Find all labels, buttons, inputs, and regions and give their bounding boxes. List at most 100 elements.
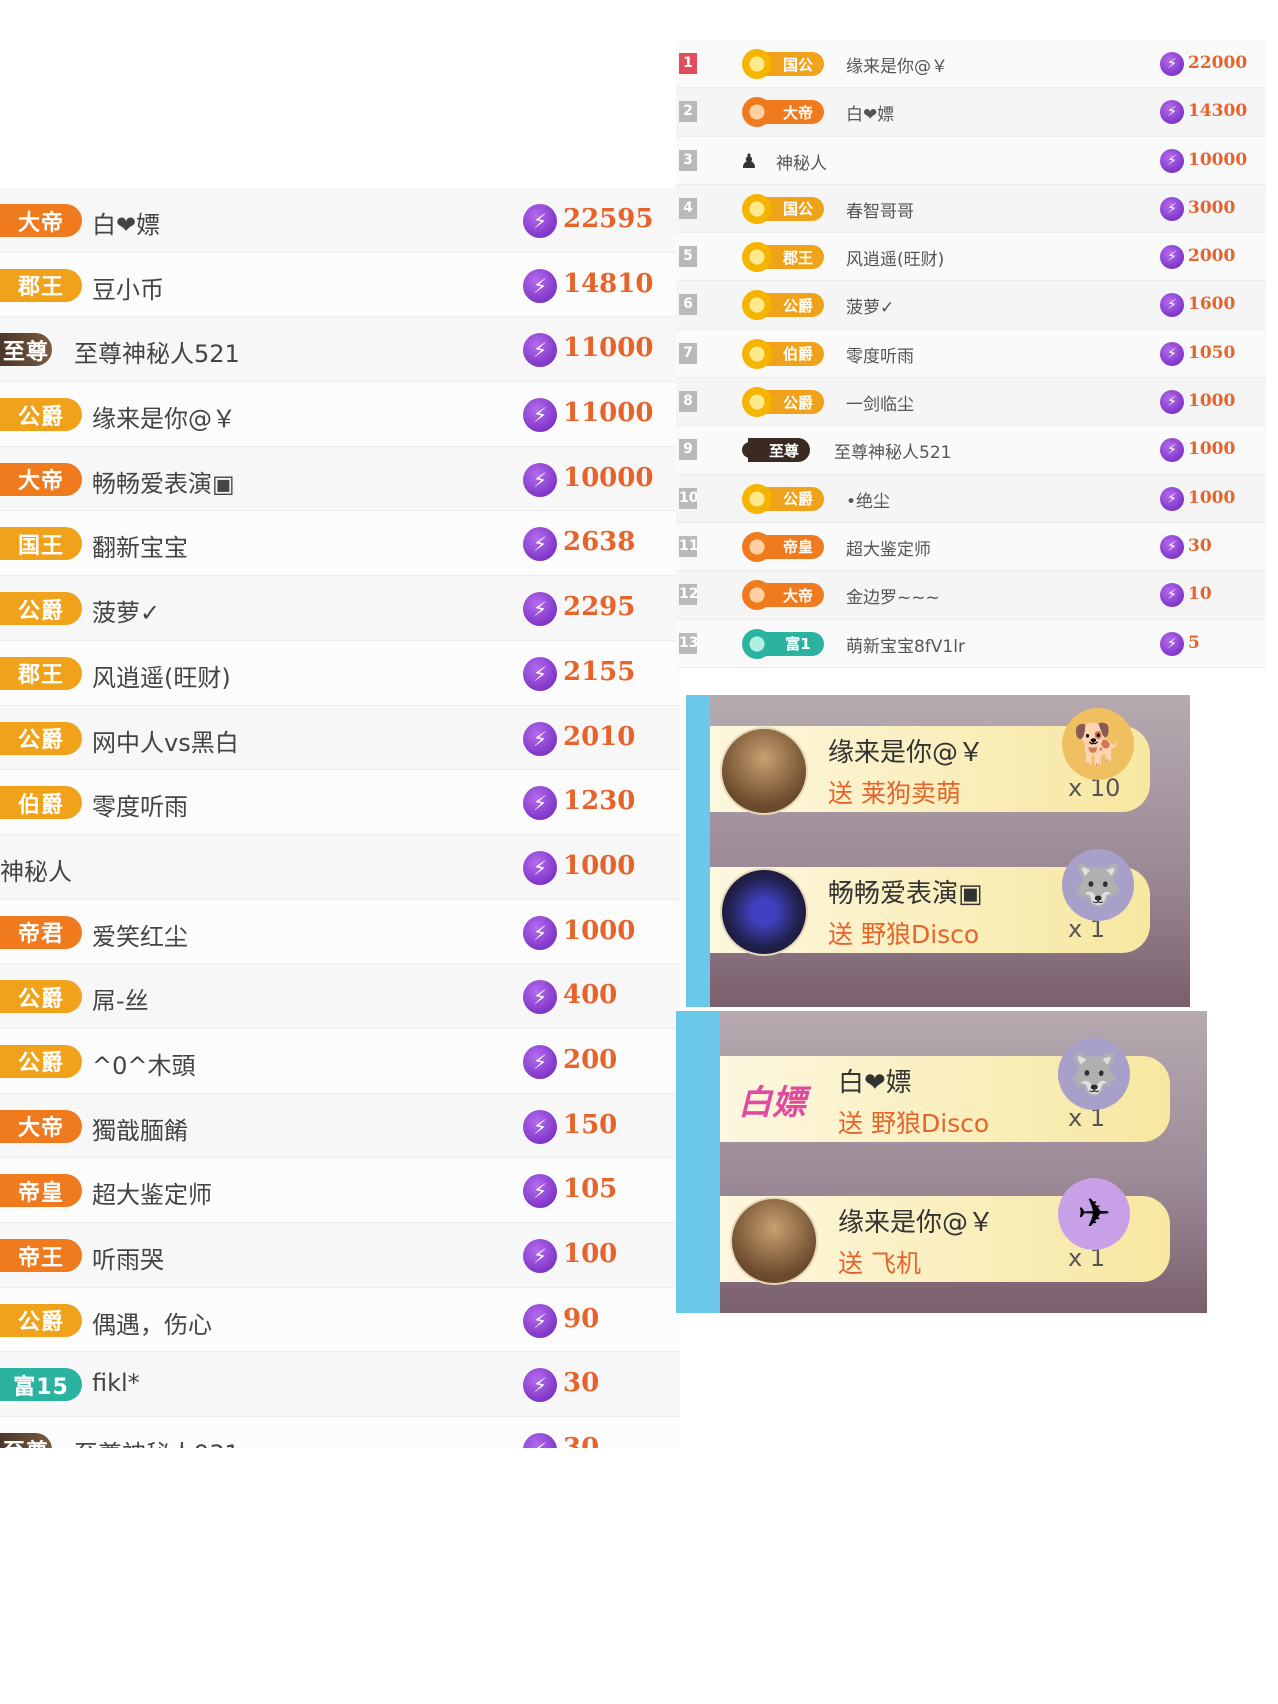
leaderboard-row[interactable]: 6 公爵 菠萝✓ ⚡ 1600 (676, 281, 1266, 330)
leaderboard-row[interactable]: 8 公爵 一剑临尘 ⚡ 1000 (676, 378, 1266, 427)
rank-number: 1 (679, 53, 697, 74)
coin-icon: ⚡ (1160, 245, 1184, 270)
rank-badge: 公爵 (0, 1303, 82, 1337)
avatar[interactable]: 白嫖 (730, 1057, 814, 1141)
leaderboard-row[interactable]: 2 大帝 白❤嫖 ⚡ 14300 (676, 88, 1266, 137)
rank-number: 3 (679, 149, 697, 171)
user-name[interactable]: 神秘人 (0, 852, 72, 887)
user-name[interactable]: 零度听雨 (846, 342, 914, 367)
leaderboard-row[interactable]: 帝君 爱笑红尘 ⚡ 1000 (0, 899, 680, 965)
contribution-value: 1000 (563, 915, 636, 946)
leaderboard-row[interactable]: 10 公爵 •绝尘 ⚡ 1000 (676, 474, 1266, 523)
leaderboard-row[interactable]: 1 国公 缘来是你@￥ ⚡ 22000 (676, 40, 1266, 89)
user-name[interactable]: ^0^木頭 (92, 1046, 196, 1081)
leaderboard-row[interactable]: 公爵 网中人vs黑白 ⚡ 2010 (0, 705, 680, 771)
leaderboard-row[interactable]: 至尊 至尊神秘人931 ⚡ 30 (0, 1417, 680, 1448)
leaderboard-row[interactable]: 4 国公 春智哥哥 ⚡ 3000 (676, 184, 1266, 234)
leaderboard-row[interactable]: 公爵 偶遇，伤心 ⚡ 90 (0, 1287, 680, 1353)
gift-sender-name: 白❤嫖 (838, 1068, 912, 1098)
leaderboard-row[interactable]: 大帝 獨戠腼餚 ⚡ 150 (0, 1093, 680, 1159)
user-name[interactable]: 缘来是你@￥ (846, 52, 948, 77)
contribution-value: 1230 (563, 786, 636, 817)
rank-badge: 国公 (742, 193, 824, 224)
coin-icon: ⚡ (1160, 148, 1184, 173)
user-name[interactable]: 一剑临尘 (846, 390, 914, 415)
user-name[interactable]: 神秘人 (776, 149, 827, 174)
avatar[interactable] (720, 727, 808, 815)
user-name[interactable]: 爱笑红尘 (92, 917, 188, 952)
gift-action: 送 野狼Disco (838, 1109, 990, 1138)
gift-action: 送 莱狗卖萌 (828, 779, 961, 808)
leaderboard-row[interactable]: 神秘人 ⚡ 1000 (0, 834, 680, 900)
rank-badge: 大帝 (742, 97, 824, 128)
user-name[interactable]: 偶遇，伤心 (92, 1305, 212, 1340)
rank-number: 13 (679, 632, 698, 654)
user-name[interactable]: 听雨哭 (92, 1240, 164, 1275)
leaderboard-row[interactable]: 郡王 豆小币 ⚡ 14810 (0, 252, 680, 318)
rank-badge: 国公 (742, 49, 824, 79)
leaderboard-row[interactable]: 公爵 菠萝✓ ⚡ 2295 (0, 576, 680, 641)
user-name[interactable]: 零度听雨 (92, 787, 188, 822)
leaderboard-row[interactable]: 大帝 畅畅爱表演▣ ⚡ 10000 (0, 446, 680, 512)
user-name[interactable]: 白❤嫖 (92, 205, 160, 240)
leaderboard-row[interactable]: 国王 翻新宝宝 ⚡ 2638 (0, 511, 680, 577)
contribution-value: 22000 (1188, 53, 1248, 73)
contribution-value: 1000 (1188, 391, 1236, 412)
user-name[interactable]: 春智哥哥 (846, 197, 914, 222)
user-name[interactable]: 网中人vs黑白 (92, 723, 239, 758)
gift-card: 缘来是你@￥ 送 飞机 x 1 ✈ (720, 1178, 1170, 1285)
user-name[interactable]: 风逍遥(旺财) (846, 245, 944, 270)
leaderboard-row[interactable]: 郡王 风逍遥(旺财) ⚡ 2155 (0, 640, 680, 706)
coin-icon: ⚡ (523, 527, 557, 562)
leaderboard-row[interactable]: 至尊 至尊神秘人521 ⚡ 11000 (0, 317, 680, 383)
leaderboard-row[interactable]: 大帝 白❤嫖 ⚡ 22595 (0, 188, 680, 253)
rank-number: 6 (679, 294, 697, 316)
user-name[interactable]: 屌-丝 (92, 981, 149, 1016)
user-name[interactable]: 超大鉴定师 (92, 1175, 212, 1210)
coin-icon: ⚡ (523, 592, 557, 627)
user-name[interactable]: fikl* (92, 1369, 140, 1397)
user-name[interactable]: 獨戠腼餚 (92, 1111, 188, 1146)
rank-badge: 伯爵 (0, 786, 82, 820)
leaderboard-row[interactable]: 公爵 缘来是你@￥ ⚡ 11000 (0, 382, 680, 447)
user-name[interactable]: 畅畅爱表演▣ (92, 464, 235, 499)
user-name[interactable]: 金边罗~~~ (846, 583, 940, 608)
rank-badge: 郡王 (742, 242, 824, 273)
contribution-value: 2638 (563, 527, 636, 558)
contribution-value: 10000 (1188, 149, 1248, 170)
leaderboard-row[interactable]: 帝王 听雨哭 ⚡ 100 (0, 1223, 680, 1288)
leaderboard-row[interactable]: 3 ♟ 神秘人 ⚡ 10000 (676, 136, 1266, 185)
user-name[interactable]: 至尊神秘人521 (74, 334, 240, 369)
leaderboard-row[interactable]: 公爵 ^0^木頭 ⚡ 200 (0, 1028, 680, 1094)
user-name[interactable]: 翻新宝宝 (92, 528, 188, 563)
contribution-value: 30 (563, 1368, 600, 1399)
leaderboard-row[interactable]: 5 郡王 风逍遥(旺财) ⚡ 2000 (676, 233, 1266, 282)
leaderboard-row[interactable]: 13 富1 萌新宝宝8fV1lr ⚡ 5 (676, 619, 1266, 668)
leaderboard-row[interactable]: 帝皇 超大鉴定师 ⚡ 105 (0, 1158, 680, 1223)
right-leaderboard: 1 国公 缘来是你@￥ ⚡ 22000 2 大帝 白❤嫖 ⚡ 14300 3 ♟ 神秘人 ⚡ 10000 4 国… (676, 40, 1266, 668)
user-name[interactable]: 菠萝✓ (846, 293, 894, 318)
badge-emblem-icon (742, 242, 772, 273)
user-name[interactable]: 菠萝✓ (92, 593, 160, 628)
rank-number: 11 (679, 535, 698, 557)
user-name[interactable]: 至尊神秘人931 (74, 1434, 240, 1448)
user-name[interactable]: 缘来是你@￥ (92, 399, 236, 434)
coin-icon: ⚡ (523, 980, 557, 1015)
user-name[interactable]: 萌新宝宝8fV1lr (846, 632, 965, 657)
leaderboard-row[interactable]: 11 帝皇 超大鉴定师 ⚡ 30 (676, 522, 1266, 572)
user-name[interactable]: 豆小币 (92, 270, 164, 305)
leaderboard-row[interactable]: 富15 fikl* ⚡ 30 (0, 1352, 680, 1418)
user-name[interactable]: 至尊神秘人521 (834, 438, 951, 463)
user-name[interactable]: 超大鉴定师 (846, 535, 931, 560)
user-name[interactable]: •绝尘 (846, 487, 890, 512)
contribution-value: 90 (563, 1303, 600, 1334)
avatar[interactable] (730, 1197, 818, 1285)
leaderboard-row[interactable]: 伯爵 零度听雨 ⚡ 1230 (0, 770, 680, 835)
user-name[interactable]: 风逍遥(旺财) (92, 658, 231, 693)
leaderboard-row[interactable]: 12 大帝 金边罗~~~ ⚡ 10 (676, 571, 1266, 620)
user-name[interactable]: 白❤嫖 (846, 100, 894, 125)
leaderboard-row[interactable]: 公爵 屌-丝 ⚡ 400 (0, 964, 680, 1029)
avatar[interactable] (720, 868, 808, 956)
leaderboard-row[interactable]: 7 伯爵 零度听雨 ⚡ 1050 (676, 329, 1266, 379)
leaderboard-row[interactable]: 9 至尊 至尊神秘人521 ⚡ 1000 (676, 426, 1266, 475)
